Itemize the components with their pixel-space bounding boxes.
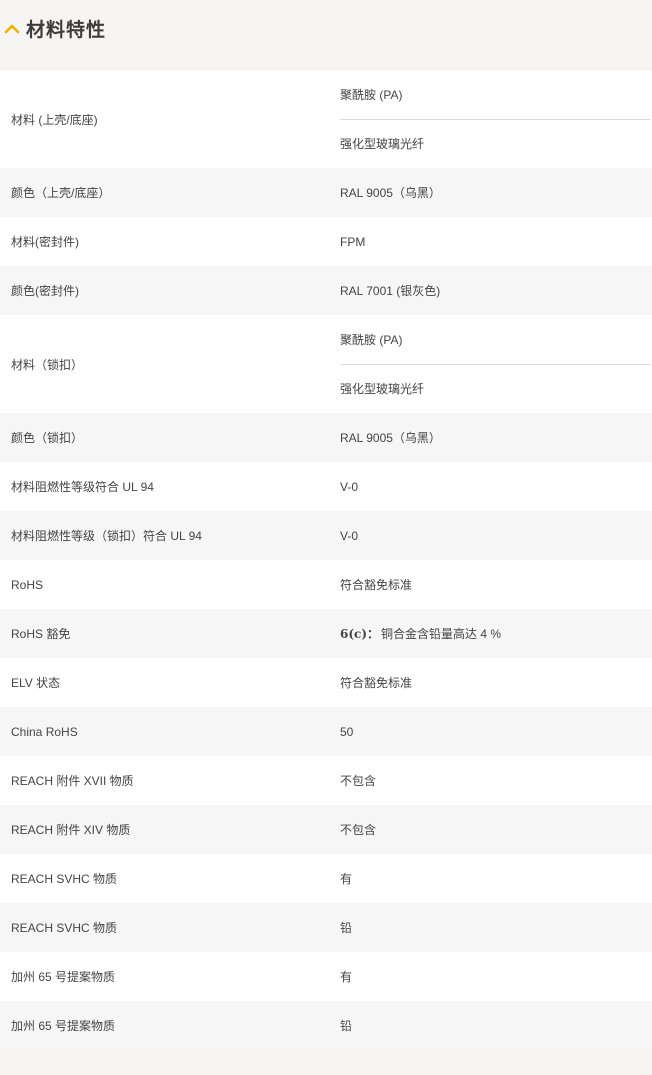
row-value: 铅 — [330, 903, 652, 952]
table-row: RoHS 符合豁免标准 — [0, 560, 652, 609]
value-text: 有 — [340, 970, 353, 984]
value-text: 强化型玻璃光纤 — [340, 382, 425, 397]
value-line: 聚酰胺 (PA) — [340, 315, 650, 365]
row-value: FPM — [330, 217, 652, 266]
row-value: V-0 — [330, 462, 652, 511]
row-label: REACH 附件 XVII 物质 — [11, 774, 134, 788]
value-text: V-0 — [340, 528, 359, 543]
row-label: ELV 状态 — [11, 676, 61, 690]
value-text: RAL 9005（乌黑） — [340, 431, 441, 445]
chevron-up-icon[interactable] — [2, 18, 22, 38]
table-row: 材料（锁扣） 聚酰胺 (PA) 强化型玻璃光纤 — [0, 315, 652, 413]
table-row: REACH SVHC 物质 铅 — [0, 903, 652, 952]
row-label: 颜色（锁扣） — [11, 431, 84, 445]
row-label: RoHS — [11, 577, 44, 592]
value-line: 不包含 — [340, 756, 652, 805]
value-line: RAL 9005（乌黑） — [340, 413, 652, 462]
value-text: 聚酰胺 (PA) — [340, 332, 403, 347]
row-value: 聚酰胺 (PA) 强化型玻璃光纤 — [330, 70, 652, 168]
row-label: 材料阻燃性等级（锁扣）符合 UL 94 — [11, 529, 202, 543]
row-label: China RoHS — [11, 724, 78, 739]
row-value: 不包含 — [330, 756, 652, 805]
row-label: REACH SVHC 物质 — [11, 872, 118, 886]
value-line: 有 — [340, 854, 652, 903]
value-text: FPM — [340, 234, 366, 249]
table-row: 颜色(密封件) RAL 7001 (银灰色) — [0, 266, 652, 315]
value-text: 不包含 — [340, 774, 377, 788]
row-label: RoHS 豁免 — [11, 627, 71, 641]
table-row: REACH 附件 XIV 物质 不包含 — [0, 805, 652, 854]
value-line: 强化型玻璃光纤 — [340, 365, 652, 414]
row-value: RAL 9005（乌黑） — [330, 413, 652, 462]
section-title: 材料特性 — [26, 19, 107, 41]
value-text: 铅 — [340, 921, 353, 935]
value-line: 铅 — [340, 903, 652, 952]
section-header[interactable]: 材料特性 — [0, 0, 652, 56]
value-line: FPM — [340, 217, 652, 266]
spec-table: 材料 (上壳/底座) 聚酰胺 (PA) 强化型玻璃光纤 颜色（上壳/底座） RAL 90… — [0, 70, 652, 1050]
row-label: 材料 (上壳/底座) — [11, 112, 98, 127]
row-label: 材料（锁扣） — [11, 357, 84, 372]
value-text: 50 — [340, 724, 354, 739]
value-text: 强化型玻璃光纤 — [340, 137, 425, 152]
row-label: REACH 附件 XIV 物质 — [11, 823, 131, 837]
row-value: 铅 — [330, 1001, 652, 1050]
table-row: REACH SVHC 物质 有 — [0, 854, 652, 903]
value-line: 6(c)： 铜合金含铅量高达 4 % — [340, 609, 652, 658]
value-line: 铅 — [340, 1001, 652, 1050]
row-value: RAL 7001 (银灰色) — [330, 266, 652, 315]
value-text: 铜合金含铅量高达 4 % — [381, 627, 502, 641]
row-value: V-0 — [330, 511, 652, 560]
value-text: 符合豁免标准 — [340, 578, 413, 592]
table-row: China RoHS 50 — [0, 707, 652, 756]
row-value: 符合豁免标准 — [330, 560, 652, 609]
value-text: RAL 9005（乌黑） — [340, 186, 441, 200]
value-text: 有 — [340, 872, 353, 886]
table-row: 材料 (上壳/底座) 聚酰胺 (PA) 强化型玻璃光纤 — [0, 70, 652, 168]
value-line: 符合豁免标准 — [340, 658, 652, 707]
value-text: V-0 — [340, 479, 359, 494]
value-line: 聚酰胺 (PA) — [340, 70, 650, 120]
value-prefix: 6(c)： — [340, 627, 380, 641]
value-text: 铅 — [340, 1019, 353, 1033]
row-value: 6(c)： 铜合金含铅量高达 4 % — [330, 609, 652, 658]
value-line: 50 — [340, 707, 652, 756]
value-line: V-0 — [340, 462, 652, 511]
value-line: V-0 — [340, 511, 652, 560]
row-value: 聚酰胺 (PA) 强化型玻璃光纤 — [330, 315, 652, 413]
value-text: 符合豁免标准 — [340, 676, 413, 690]
row-value: 不包含 — [330, 805, 652, 854]
value-text: 聚酰胺 (PA) — [340, 87, 403, 102]
value-line: RAL 7001 (银灰色) — [340, 266, 652, 315]
row-value: RAL 9005（乌黑） — [330, 168, 652, 217]
row-value: 符合豁免标准 — [330, 658, 652, 707]
table-row: 颜色（上壳/底座） RAL 9005（乌黑） — [0, 168, 652, 217]
value-line: 有 — [340, 952, 652, 1001]
table-row: 材料阻燃性等级符合 UL 94 V-0 — [0, 462, 652, 511]
row-label: 材料(密封件) — [11, 235, 79, 249]
row-label: 加州 65 号提案物质 — [11, 1019, 116, 1033]
row-label: 材料阻燃性等级符合 UL 94 — [11, 480, 154, 494]
table-row: 加州 65 号提案物质 有 — [0, 952, 652, 1001]
value-text: 不包含 — [340, 823, 377, 837]
table-row: 加州 65 号提案物质 铅 — [0, 1001, 652, 1050]
row-label: 颜色（上壳/底座） — [11, 186, 111, 200]
row-value: 有 — [330, 854, 652, 903]
value-line: 符合豁免标准 — [340, 560, 652, 609]
table-row: 颜色（锁扣） RAL 9005（乌黑） — [0, 413, 652, 462]
value-line: 不包含 — [340, 805, 652, 854]
row-label: 颜色(密封件) — [11, 284, 79, 298]
table-row: 材料(密封件) FPM — [0, 217, 652, 266]
value-line: RAL 9005（乌黑） — [340, 168, 652, 217]
table-row: ELV 状态 符合豁免标准 — [0, 658, 652, 707]
row-label: 加州 65 号提案物质 — [11, 970, 116, 984]
row-value: 50 — [330, 707, 652, 756]
table-row: REACH 附件 XVII 物质 不包含 — [0, 756, 652, 805]
row-value: 有 — [330, 952, 652, 1001]
value-line: 强化型玻璃光纤 — [340, 120, 652, 169]
table-row: 材料阻燃性等级（锁扣）符合 UL 94 V-0 — [0, 511, 652, 560]
value-text: RAL 7001 (银灰色) — [340, 284, 441, 298]
row-label: REACH SVHC 物质 — [11, 921, 118, 935]
table-row: RoHS 豁免 6(c)： 铜合金含铅量高达 4 % — [0, 609, 652, 658]
